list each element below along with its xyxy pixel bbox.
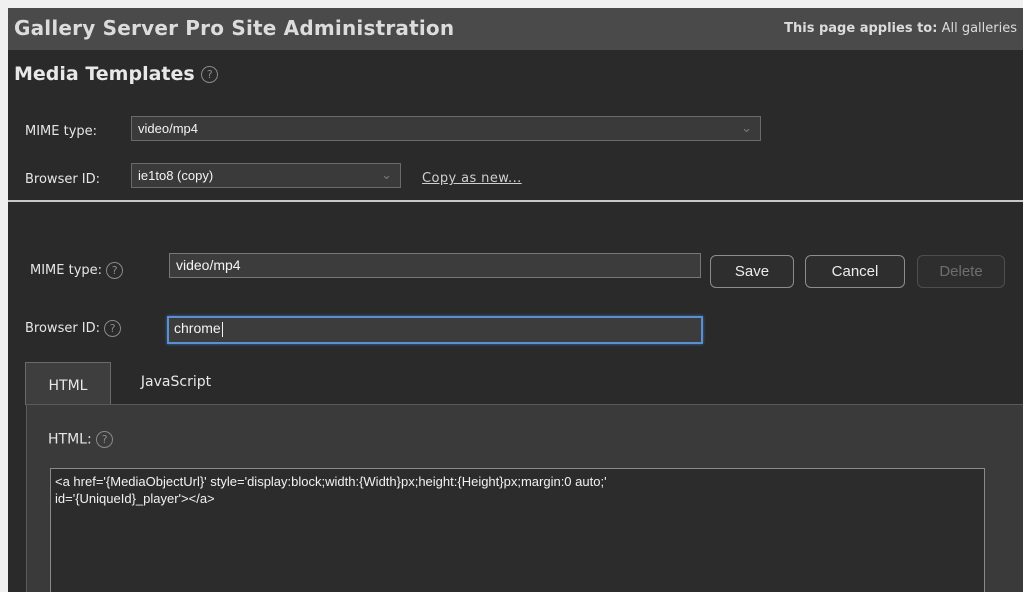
scope-label: This page applies to:	[784, 21, 938, 36]
chevron-down-icon: ⌄	[381, 167, 392, 182]
tab-javascript[interactable]: JavaScript	[121, 362, 231, 402]
mime-type-select[interactable]: video/mp4 ⌄	[131, 116, 761, 141]
mime-type-label-text: MIME type:	[30, 263, 103, 278]
browser-id-select-value: ie1to8 (copy)	[138, 168, 214, 183]
browser-id-label-text: Browser ID:	[25, 321, 101, 336]
browser-id-input[interactable]: chrome	[167, 316, 703, 344]
html-label: HTML: ?	[48, 431, 114, 448]
tab-html[interactable]: HTML	[25, 362, 111, 405]
help-icon[interactable]: ?	[106, 262, 124, 279]
html-label-text: HTML:	[48, 431, 92, 448]
browser-id-filter-label: Browser ID:	[25, 172, 101, 187]
mime-type-filter-label: MIME type:	[25, 124, 98, 139]
site-title: Gallery Server Pro Site Administration	[14, 16, 455, 40]
delete-button[interactable]: Delete	[917, 255, 1005, 288]
mime-type-select-value: video/mp4	[138, 121, 198, 136]
scope-indicator: This page applies to: All galleries	[784, 21, 1017, 36]
mime-type-input[interactable]: video/mp4	[169, 253, 701, 278]
site-header: Gallery Server Pro Site Administration T…	[8, 8, 1023, 50]
help-icon[interactable]: ?	[104, 320, 122, 337]
browser-id-label: Browser ID: ?	[25, 320, 122, 337]
copy-as-new-link[interactable]: Copy as new...	[422, 171, 522, 186]
section-divider	[8, 200, 1023, 202]
help-icon[interactable]: ?	[96, 431, 114, 448]
chevron-down-icon: ⌄	[741, 120, 752, 135]
mime-type-label: MIME type: ?	[30, 262, 124, 279]
html-template-textarea[interactable]: <a href='{MediaObjectUrl}' style='displa…	[50, 468, 985, 592]
browser-id-select[interactable]: ie1to8 (copy) ⌄	[131, 163, 401, 188]
browser-id-input-value: chrome	[174, 320, 221, 336]
scope-value: All galleries	[941, 21, 1017, 36]
cancel-button[interactable]: Cancel	[805, 255, 905, 288]
admin-page: Gallery Server Pro Site Administration T…	[8, 8, 1023, 592]
text-cursor	[221, 321, 223, 337]
help-icon[interactable]: ?	[201, 66, 219, 83]
save-button[interactable]: Save	[710, 255, 794, 288]
page-title: Media Templates ?	[14, 63, 219, 85]
page-title-text: Media Templates	[14, 63, 195, 85]
